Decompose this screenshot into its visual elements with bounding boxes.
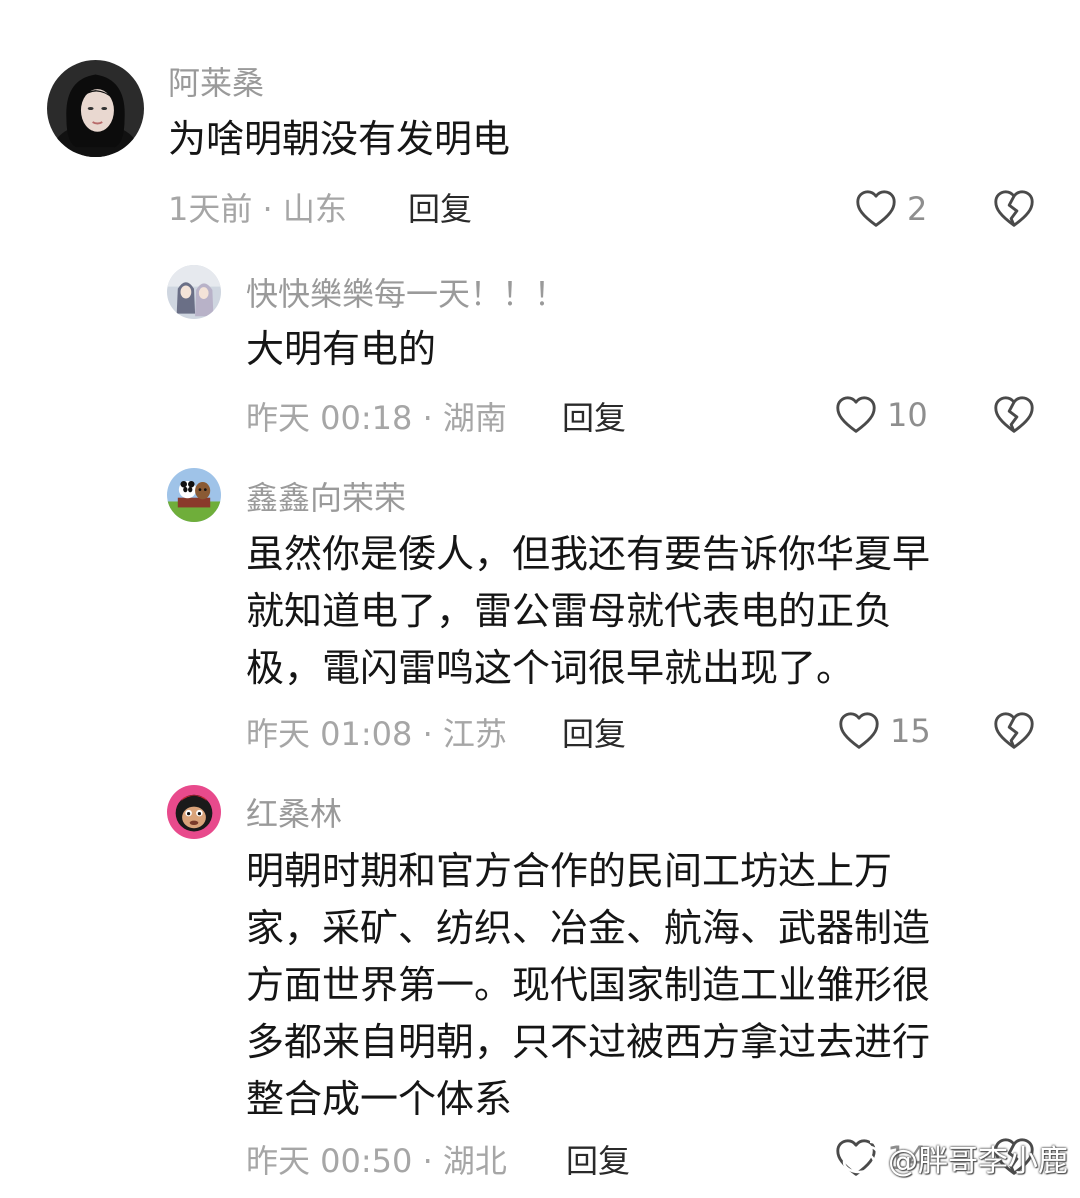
like-count: 15: [890, 712, 931, 750]
broken-heart-icon: [994, 190, 1034, 227]
like-button[interactable]: 2: [853, 185, 927, 233]
comment-username[interactable]: 红桑林: [246, 794, 342, 834]
comment-text: 为啥明朝没有发明电: [168, 117, 511, 161]
comment-text-line: 家，采矿、纺织、冶金、航海、武器制造: [246, 906, 931, 950]
reply-button[interactable]: 回复: [408, 189, 472, 229]
dislike-button[interactable]: [991, 392, 1037, 438]
comment-text-line: 多都来自明朝，只不过被西方拿过去进行: [246, 1020, 931, 1064]
comment-meta: 1天前 · 山东: [168, 190, 347, 228]
comment-meta: 昨天 01:08 · 江苏: [246, 715, 507, 753]
comment-text-line: 极，電闪雷鸣这个词很早就出现了。: [246, 646, 855, 690]
comment-meta: 昨天 00:18 · 湖南: [246, 399, 507, 437]
comment-text-line: 就知道电了，雷公雷母就代表电的正负: [246, 589, 893, 633]
avatar[interactable]: [47, 60, 144, 157]
reply-button[interactable]: 回复: [566, 1141, 630, 1181]
comment-text: 虽然你是倭人，但我还有要告诉你华夏早 就知道电了，雷公雷母就代表电的正负 极，電…: [246, 526, 930, 697]
comment-text: 明朝时期和官方合作的民间工坊达上万 家，采矿、纺织、冶金、航海、武器制造 方面世…: [246, 843, 930, 1128]
heart-outline-icon: [836, 396, 876, 433]
avatar[interactable]: [167, 468, 221, 522]
comment-text-line: 整合成一个体系: [246, 1077, 513, 1121]
avatar[interactable]: [167, 785, 221, 839]
heart-outline-icon: [839, 712, 879, 749]
comment-text-line: 虽然你是倭人，但我还有要告诉你华夏早: [246, 532, 931, 576]
comment-text-line: 明朝时期和官方合作的民间工坊达上万: [246, 849, 893, 893]
weibo-logo-icon: [842, 1141, 882, 1174]
broken-heart-icon: [994, 396, 1034, 433]
avatar[interactable]: [167, 265, 221, 319]
broken-heart-icon: [994, 712, 1034, 749]
like-button[interactable]: 10: [833, 391, 928, 439]
dislike-button[interactable]: [991, 708, 1037, 754]
weibo-watermark: @胖哥李小鹿: [842, 1136, 1068, 1180]
watermark-text: @胖哥李小鹿: [888, 1144, 1068, 1179]
comment-text: 大明有电的: [246, 327, 437, 371]
heart-outline-icon: [856, 190, 896, 227]
like-count: 2: [907, 190, 928, 228]
comment-text-line: 方面世界第一。现代国家制造工业雏形很: [246, 963, 931, 1007]
comment-username[interactable]: 快快樂樂每一天！！！: [246, 274, 566, 314]
reply-button[interactable]: 回复: [562, 714, 626, 754]
comment-meta: 昨天 00:50 · 湖北: [246, 1142, 507, 1180]
comment-username[interactable]: 阿莱桑: [168, 63, 264, 103]
comment-username[interactable]: 鑫鑫向荣荣: [246, 478, 406, 518]
reply-button[interactable]: 回复: [562, 398, 626, 438]
like-count: 10: [887, 396, 928, 434]
dislike-button[interactable]: [991, 186, 1037, 232]
like-button[interactable]: 15: [836, 707, 931, 755]
